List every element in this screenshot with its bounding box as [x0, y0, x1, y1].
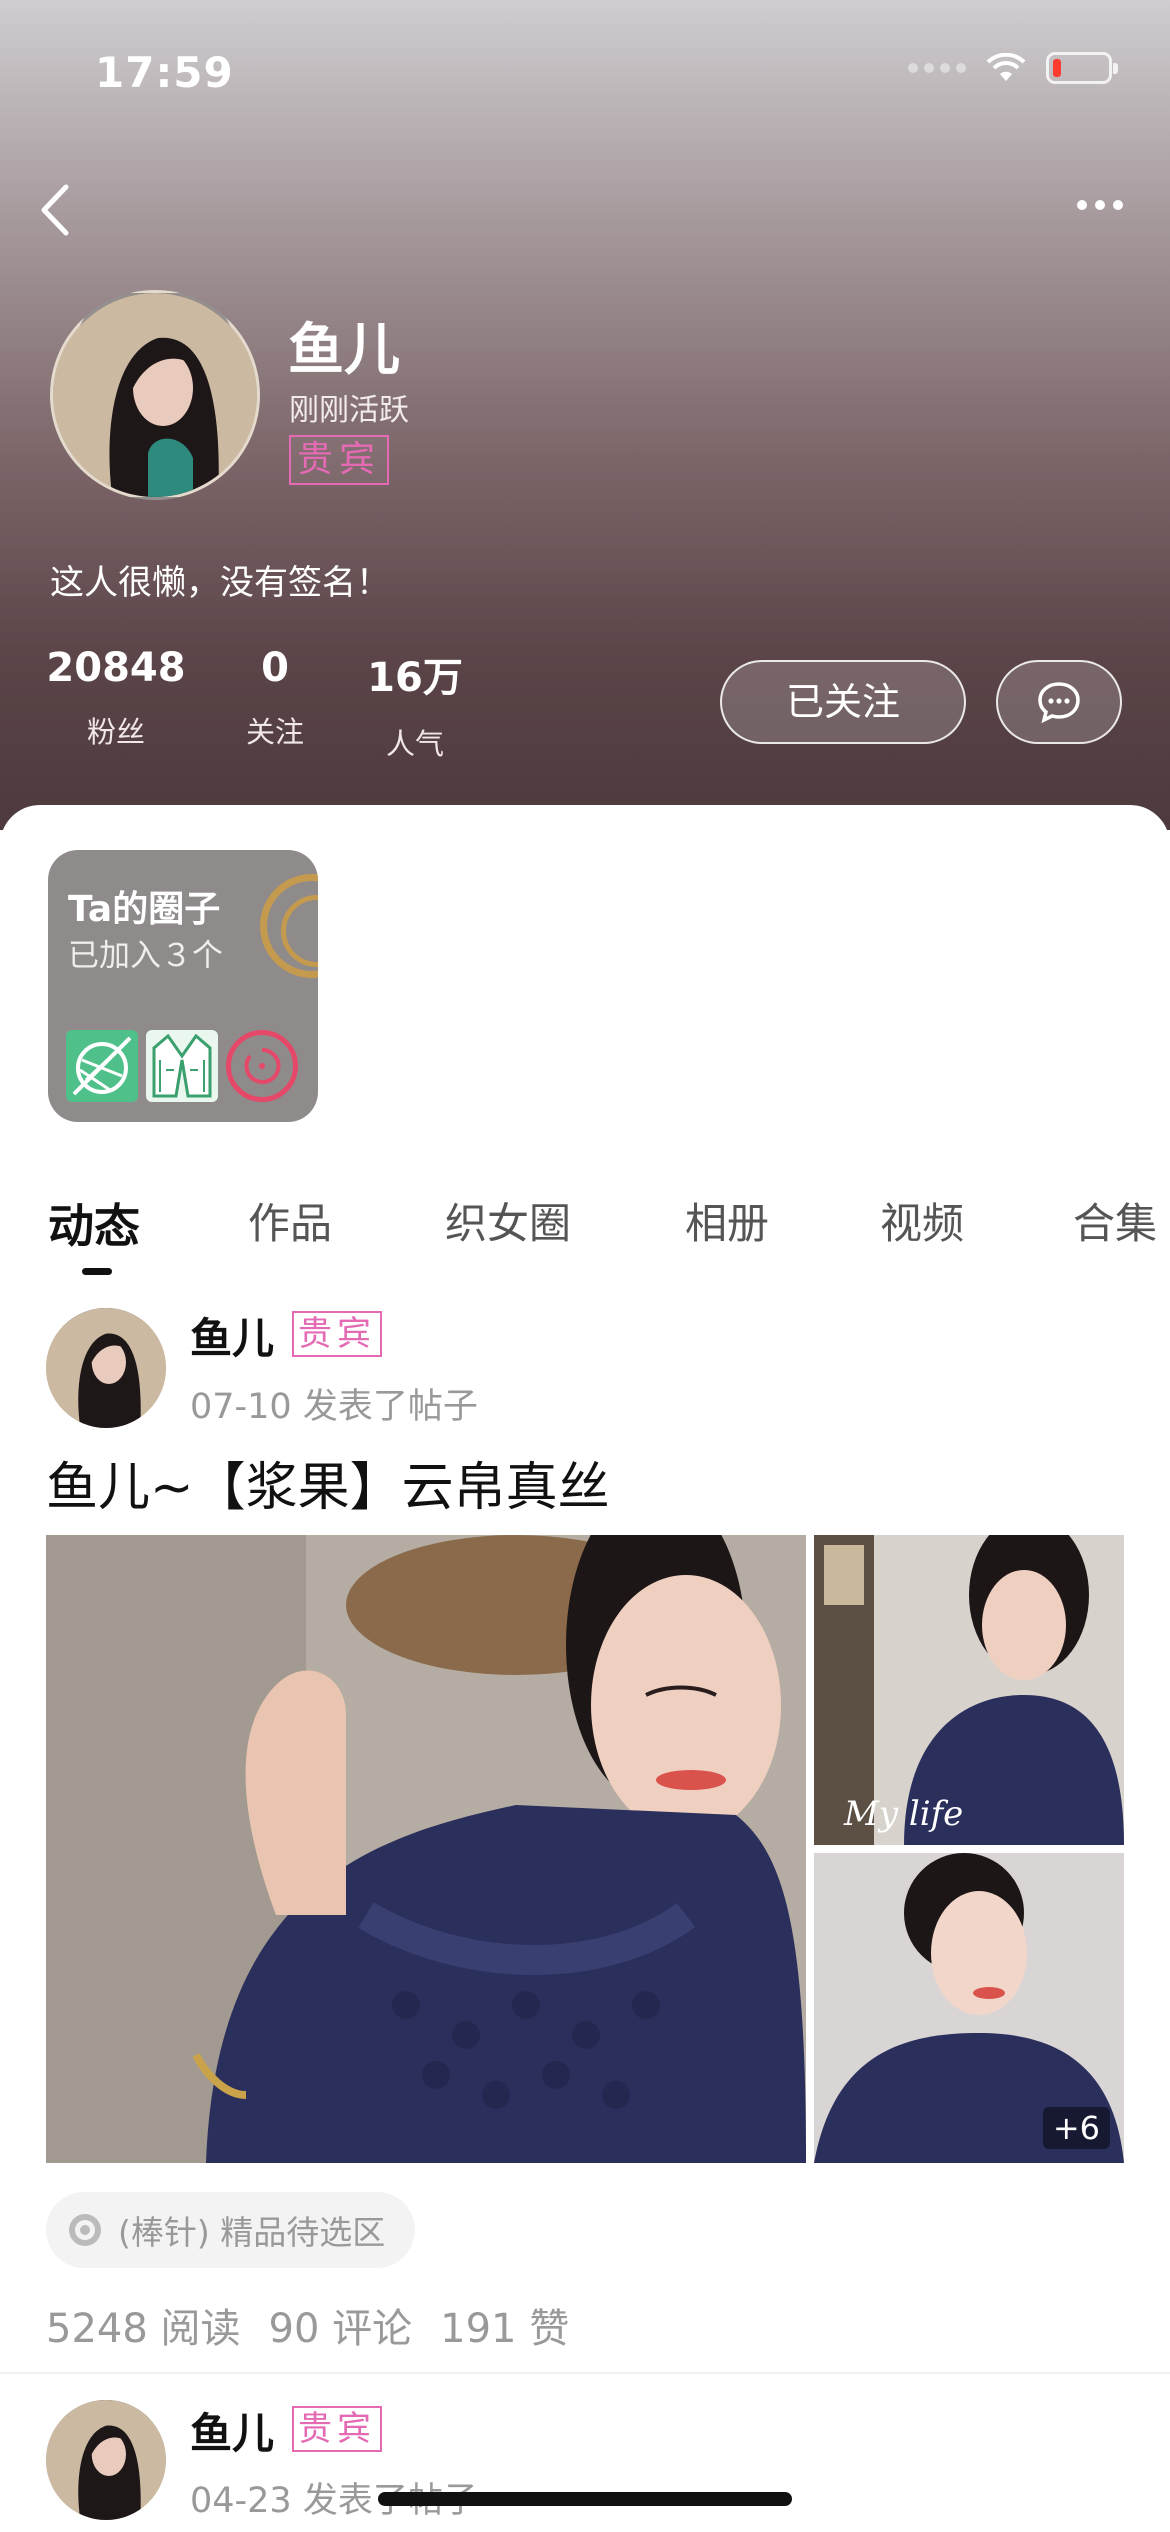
- tab-knitting-circle[interactable]: 织女圈: [445, 1190, 571, 1251]
- post-meta: 07-10 发表了帖子: [190, 1387, 478, 1427]
- stat-label: 粉丝: [86, 715, 145, 749]
- circle-tag-label: (棒针) 精品待选区: [118, 2213, 386, 2252]
- post-stats: 5248 阅读 90 评论 191 赞: [46, 2296, 569, 2354]
- circle-ring-icon: [260, 874, 318, 978]
- stat-label: 关注: [245, 715, 304, 749]
- battery-low-icon: [1046, 52, 1118, 84]
- vip-badge: 贵宾: [292, 2406, 382, 2452]
- tab-video[interactable]: 视频: [880, 1190, 964, 1251]
- status-icons: [908, 52, 1118, 84]
- chevron-left-icon: [41, 184, 69, 236]
- yarn-icon: [66, 1030, 138, 1102]
- post-author[interactable]: 鱼儿: [190, 2400, 274, 2461]
- tab-collections[interactable]: 合集: [1073, 1190, 1157, 1251]
- circles-card[interactable]: Ta的圈子 已加入３个: [48, 850, 318, 1122]
- cardigan-icon: [146, 1030, 218, 1102]
- wifi-icon: [986, 53, 1026, 81]
- post-title[interactable]: 鱼儿~【浆果】云帛真丝: [46, 1445, 610, 1520]
- following-button[interactable]: 已关注: [720, 660, 966, 744]
- stat-value: 0: [261, 645, 289, 691]
- stat-value: 16万: [367, 655, 463, 701]
- avatar[interactable]: [46, 1308, 166, 1428]
- tab-album[interactable]: 相册: [685, 1190, 769, 1251]
- profile-avatar[interactable]: [50, 290, 260, 500]
- profile-header: 17:59 鱼儿 刚刚活跃 贵宾 这人很懒，没有签名！ 20848 粉丝 0 关…: [0, 0, 1170, 830]
- stat-value: 20848: [46, 645, 186, 691]
- active-tab-indicator: [82, 1268, 112, 1275]
- profile-tabs: 动态 作品 织女圈 相册 视频 合集: [0, 1190, 1170, 1270]
- status-time: 17:59: [95, 48, 234, 97]
- post-image-thumb[interactable]: +6: [814, 1853, 1124, 2163]
- image-caption: My life: [843, 1794, 963, 1834]
- vip-badge: 贵宾: [292, 1311, 382, 1357]
- target-icon: [69, 2214, 101, 2246]
- post-image-main[interactable]: [46, 1535, 806, 2163]
- avatar[interactable]: [46, 2400, 166, 2520]
- tab-moments[interactable]: 动态: [48, 1190, 140, 1256]
- more-images-badge: +6: [1042, 2107, 1110, 2149]
- activity-status: 刚刚活跃: [289, 393, 409, 428]
- circles-subtitle: 已加入３个: [68, 938, 223, 974]
- chat-bubble-icon: [1038, 682, 1080, 724]
- home-indicator[interactable]: [378, 2492, 792, 2506]
- stat-label: 人气: [385, 727, 444, 761]
- signal-icon: [908, 63, 966, 73]
- more-dots-icon: [1077, 200, 1087, 210]
- back-button[interactable]: [34, 175, 94, 245]
- profile-name: 鱼儿: [288, 318, 400, 383]
- stat-following[interactable]: 0 关注: [230, 645, 320, 751]
- red-circle-icon: [226, 1030, 298, 1102]
- circle-tag[interactable]: (棒针) 精品待选区: [46, 2192, 416, 2268]
- stat-popularity[interactable]: 16万 人气: [360, 645, 470, 763]
- post-author[interactable]: 鱼儿: [190, 1305, 274, 1366]
- read-count: 5248 阅读: [46, 2306, 241, 2352]
- message-button[interactable]: [996, 660, 1122, 744]
- like-count[interactable]: 191 赞: [440, 2296, 569, 2354]
- tab-works[interactable]: 作品: [248, 1190, 332, 1251]
- more-button[interactable]: [1060, 180, 1140, 230]
- post-image-thumb[interactable]: My life: [814, 1535, 1124, 1845]
- stat-fans[interactable]: 20848 粉丝: [46, 645, 186, 751]
- vip-badge: 贵宾: [289, 435, 390, 485]
- post-divider: [0, 2372, 1170, 2374]
- profile-signature: 这人很懒，没有签名！: [50, 563, 390, 603]
- comment-count[interactable]: 90 评论: [269, 2296, 413, 2354]
- circles-title: Ta的圈子: [68, 889, 221, 930]
